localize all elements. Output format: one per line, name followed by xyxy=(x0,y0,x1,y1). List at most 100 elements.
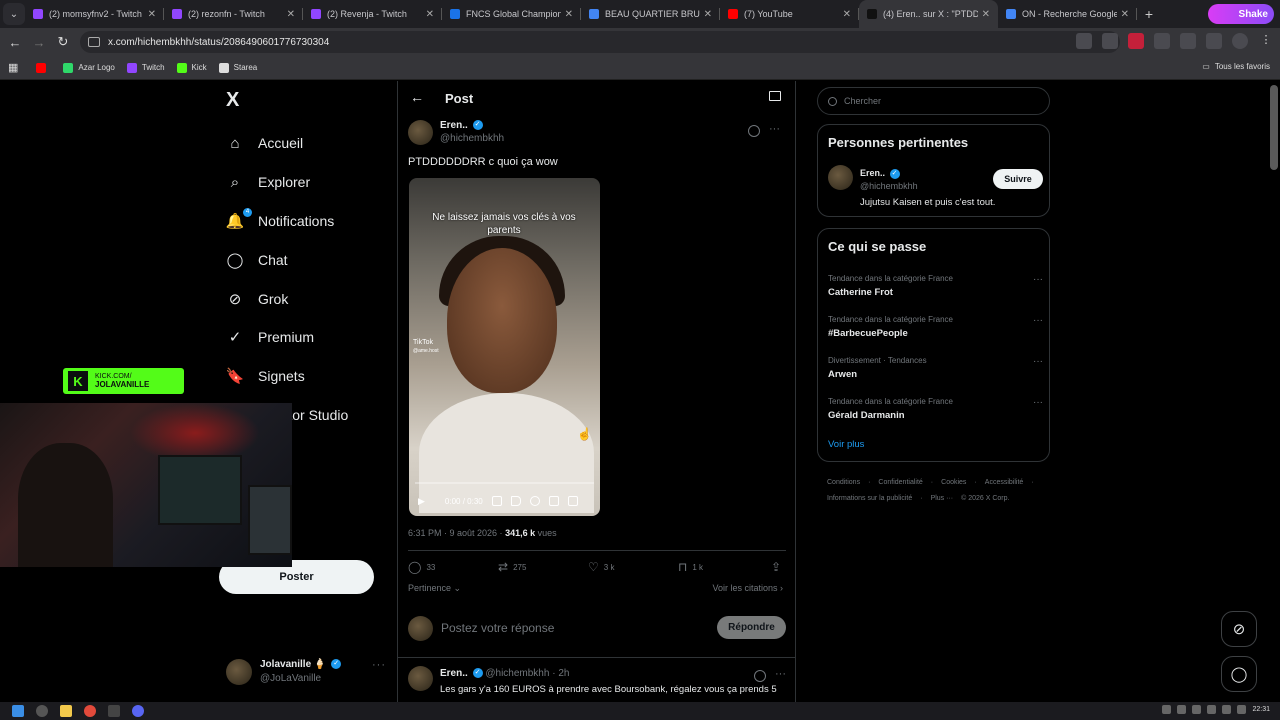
discord-icon[interactable] xyxy=(132,705,144,717)
tray-icon[interactable] xyxy=(1162,705,1172,714)
sidebar-item-premium[interactable]: ✓ Premium xyxy=(226,325,314,349)
more-icon[interactable]: ··· xyxy=(1033,274,1043,285)
person-card[interactable]: Eren.. ✓ @hichembkhh Jujutsu Kaisen et p… xyxy=(828,165,1043,215)
trend-item[interactable]: Tendance dans la catégorie France Gérald … xyxy=(828,397,1043,427)
pip-icon[interactable] xyxy=(548,496,559,506)
browser-tab[interactable]: (2) rezonfn - Twitch ✕ xyxy=(164,0,303,28)
volume-icon[interactable] xyxy=(510,496,521,506)
reload-button[interactable]: ↻ xyxy=(51,34,75,50)
share-button[interactable]: ⇪ xyxy=(771,560,786,574)
fullscreen-icon[interactable] xyxy=(567,496,578,506)
forward-button[interactable]: → xyxy=(27,35,51,50)
search-input[interactable]: Chercher xyxy=(817,87,1050,115)
author-name[interactable]: Eren.. xyxy=(440,668,468,679)
browser-tab[interactable]: (4) Eren.. sur X : "PTDDDD ✕ xyxy=(859,0,998,28)
view-quotes-link[interactable]: Voir les citations › xyxy=(712,583,783,593)
extension-icon[interactable] xyxy=(1154,33,1170,49)
star-icon[interactable] xyxy=(1102,33,1118,49)
reply-tweet[interactable]: Eren.. ✓ @hichembkhh · 2h ··· Les gars y… xyxy=(408,666,786,702)
close-icon[interactable]: ✕ xyxy=(287,9,295,20)
avatar[interactable] xyxy=(408,119,433,145)
volume-icon[interactable] xyxy=(1237,705,1247,714)
footer-link[interactable]: © 2026 X Corp. xyxy=(961,495,1009,502)
search-icon[interactable] xyxy=(36,705,48,717)
close-icon[interactable]: ✕ xyxy=(148,9,156,20)
footer-link[interactable]: Plus ··· xyxy=(931,495,954,502)
new-tab-button[interactable]: + xyxy=(1137,6,1161,22)
avatar[interactable] xyxy=(408,666,433,691)
author-name[interactable]: Eren.. xyxy=(440,120,468,131)
like-button[interactable]: ♡ 3 k xyxy=(588,560,678,574)
grok-icon[interactable] xyxy=(748,125,760,137)
footer-link[interactable]: Conditions xyxy=(827,479,860,486)
grok-fab-button[interactable]: ⊘ xyxy=(1221,611,1257,647)
play-icon[interactable]: ▶ xyxy=(418,496,425,507)
close-icon[interactable]: ✕ xyxy=(982,9,990,20)
see-more-link[interactable]: Voir plus xyxy=(828,439,864,450)
captions-icon[interactable] xyxy=(491,496,502,506)
settings-icon[interactable] xyxy=(529,496,540,506)
browser-tab[interactable]: (7) YouTube ✕ xyxy=(720,0,859,28)
bookmark-item[interactable]: Twitch xyxy=(126,62,165,73)
browser-tab[interactable]: FNCS Global Championsh ✕ xyxy=(442,0,581,28)
bookmark-button[interactable]: ⊓ 1 k xyxy=(678,560,768,574)
reading-list-icon[interactable] xyxy=(1206,33,1222,49)
tweet-timestamp[interactable]: 6:31 PM · 9 août 2026 · xyxy=(408,528,505,538)
reply-input[interactable]: Postez votre réponse xyxy=(441,621,554,635)
chrome-icon[interactable] xyxy=(84,705,96,717)
close-icon[interactable]: ✕ xyxy=(843,9,851,20)
menu-icon[interactable]: ⋮ xyxy=(1258,33,1274,49)
bookmark-item[interactable]: Starea xyxy=(218,62,257,73)
page-scrollbar[interactable] xyxy=(1270,85,1278,170)
video-progress-bar[interactable] xyxy=(415,482,594,484)
video-player[interactable]: Ne laissez jamais vos clés à vos parents… xyxy=(409,178,600,516)
tweet-author[interactable]: Eren.. ✓ @hichembkhh ··· xyxy=(408,117,788,147)
footer-link[interactable]: Confidentialité xyxy=(878,479,922,486)
avatar[interactable] xyxy=(1232,33,1248,49)
browser-tab[interactable]: (2) Revenja - Twitch ✕ xyxy=(303,0,442,28)
profile-extension[interactable]: Shake xyxy=(1208,4,1274,24)
account-switcher[interactable]: Jolavanille 🍦 ✓ @JoLaVanille ··· xyxy=(226,655,386,689)
browser-tab[interactable]: (2) momsyfnv2 - Twitch ✕ xyxy=(25,0,164,28)
x-logo[interactable]: X xyxy=(226,89,239,112)
follow-button[interactable]: Suivre xyxy=(993,169,1043,189)
more-icon[interactable]: ··· xyxy=(372,659,386,671)
close-icon[interactable]: ✕ xyxy=(704,9,712,20)
bookmark-item[interactable]: Azar Logo xyxy=(63,62,115,73)
reply-submit-button[interactable]: Répondre xyxy=(717,616,786,639)
bookmark-item[interactable] xyxy=(36,62,51,73)
windows-start-icon[interactable] xyxy=(12,705,24,717)
clock[interactable]: 22:31 xyxy=(1252,706,1270,713)
address-bar[interactable]: x.com/hichembkhh/status/2086490601776730… xyxy=(80,31,1120,53)
bookmark-item[interactable]: Kick xyxy=(176,62,207,73)
back-button[interactable]: ← xyxy=(3,35,27,50)
apps-icon[interactable]: ▦ xyxy=(8,61,18,74)
reply-sort-dropdown[interactable]: Pertinence ⌄ xyxy=(408,583,461,594)
footer-link[interactable]: Informations sur la publicité xyxy=(827,495,912,502)
grok-icon[interactable] xyxy=(754,670,766,682)
site-info-icon[interactable] xyxy=(88,37,100,47)
cast-icon[interactable] xyxy=(1076,33,1092,49)
file-explorer-icon[interactable] xyxy=(60,705,72,717)
sidebar-item-grok[interactable]: ⊘ Grok xyxy=(226,287,289,311)
sidebar-item-explorer[interactable]: ⌕ Explorer xyxy=(226,170,310,194)
more-icon[interactable]: ··· xyxy=(1033,356,1043,367)
repost-button[interactable]: ⇄ 275 xyxy=(498,560,588,574)
trend-item[interactable]: Tendance dans la catégorie France Catheri… xyxy=(828,274,1043,304)
wifi-icon[interactable] xyxy=(1222,705,1232,714)
extension-icon[interactable] xyxy=(1128,33,1144,49)
reply-button[interactable]: ◯ 33 xyxy=(408,560,498,574)
tray-icon[interactable] xyxy=(1177,705,1187,714)
sidebar-item-notifications[interactable]: 🔔 4 Notifications xyxy=(226,208,334,233)
browser-tab[interactable]: BEAU QUARTIER BRUXELL ✕ xyxy=(581,0,720,28)
footer-link[interactable]: Accessibilité xyxy=(985,479,1024,486)
more-icon[interactable]: ··· xyxy=(1033,397,1043,408)
more-icon[interactable]: ··· xyxy=(1033,315,1043,326)
all-bookmarks[interactable]: ▭ Tous les favoris xyxy=(1202,62,1270,71)
sidebar-item-accueil[interactable]: ⌂ Accueil xyxy=(226,131,303,155)
puzzle-icon[interactable] xyxy=(1180,33,1196,49)
reader-mode-icon[interactable] xyxy=(769,91,781,101)
close-icon[interactable]: ✕ xyxy=(426,9,434,20)
sidebar-item-signets[interactable]: 🔖 Signets xyxy=(226,364,305,388)
more-icon[interactable]: ··· xyxy=(769,123,780,135)
